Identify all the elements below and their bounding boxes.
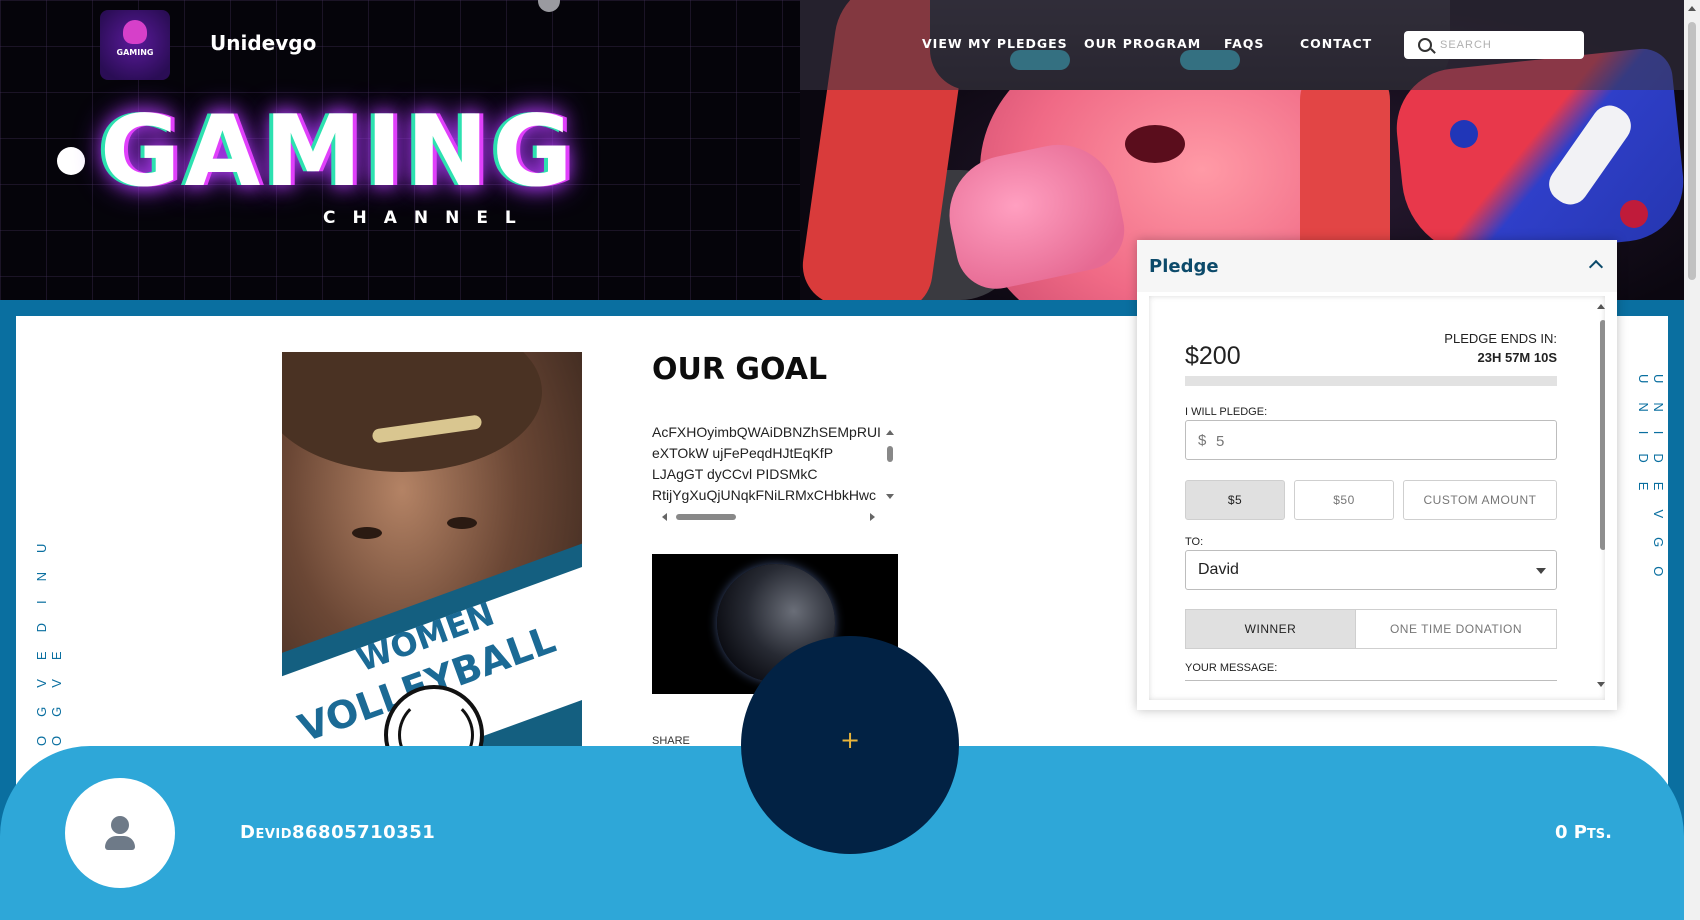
winner-toggle[interactable]: WINNER — [1185, 609, 1356, 649]
points-counter: 0 Pts. — [1554, 822, 1612, 843]
message-field[interactable] — [1185, 680, 1557, 700]
chevron-up-icon[interactable] — [1588, 259, 1604, 275]
scroll-down-arrow-icon[interactable] — [886, 494, 894, 499]
event-poster[interactable]: WOMEN VOLLEYBALL — [282, 352, 582, 747]
nav-contact[interactable]: CONTACT — [1300, 36, 1372, 51]
user-icon — [111, 816, 129, 834]
search-icon[interactable] — [1418, 38, 1432, 52]
hero-subtitle: CHANNEL — [323, 208, 533, 228]
poster-eye — [352, 527, 382, 539]
illustration-controller-button — [1620, 200, 1648, 228]
pledge-amount-input[interactable] — [1216, 431, 1536, 451]
pledge-title: Pledge — [1149, 256, 1219, 277]
plus-icon: + — [839, 726, 861, 754]
scroll-right-arrow-icon[interactable] — [870, 513, 875, 521]
recipient-value: David — [1198, 561, 1239, 578]
scrollbar-thumb[interactable] — [676, 514, 736, 520]
illustration-controller-button — [1450, 120, 1478, 148]
logo-mascot-icon — [123, 20, 147, 44]
goal-text-line: eXTOkW ujFePeqdHJtEqKfP — [652, 445, 834, 461]
poster-eye — [447, 517, 477, 529]
currency-symbol: $ — [1198, 432, 1207, 449]
illustration-mouth — [1125, 125, 1185, 163]
goal-description[interactable]: AcFXHOyimbQWAiDBNZhSEMpRUI eXTOkW ujFePe… — [652, 422, 898, 524]
pledge-amount-field[interactable]: $ — [1185, 420, 1557, 460]
scrollbar-thumb[interactable] — [1600, 320, 1605, 550]
nav-faqs[interactable]: FAQS — [1224, 36, 1264, 51]
search-box[interactable] — [1404, 31, 1584, 59]
user-icon-body — [105, 836, 135, 850]
pledge-amount: $200 — [1185, 342, 1241, 370]
side-text-left: OGVEDINU OGVE — [34, 524, 64, 746]
scrollbar-thumb[interactable] — [887, 446, 893, 462]
page: GAMING Unidevgo VIEW MY PLEDGES OUR PROG… — [0, 0, 1700, 920]
recipient-label: TO: — [1185, 536, 1204, 548]
pledge-ends-label: PLEDGE ENDS IN: — [1444, 331, 1557, 346]
username: Devid86805710351 — [240, 822, 436, 843]
goal-vertical-scrollbar[interactable] — [884, 424, 896, 504]
logo-text: GAMING — [116, 48, 154, 57]
nav-our-program[interactable]: OUR PROGRAM — [1084, 36, 1201, 51]
pledge-input-label: I WILL PLEDGE: — [1185, 406, 1268, 418]
scrollbar-thumb[interactable] — [1688, 22, 1696, 280]
recipient-select[interactable]: David — [1185, 550, 1557, 590]
goal-text-line: RtijYgXuQjUNqkFNiLRMxCHbkHwc — [652, 487, 877, 503]
scroll-up-arrow-icon[interactable] — [886, 430, 894, 435]
goal-text-line: AcFXHOyimbQWAiDBNZhSEMpRUI — [652, 424, 881, 440]
search-input[interactable] — [1440, 35, 1576, 55]
avatar[interactable] — [65, 778, 175, 888]
add-button[interactable]: + — [741, 636, 959, 854]
nav-view-my-pledges[interactable]: VIEW MY PLEDGES — [922, 36, 1068, 51]
chevron-down-icon — [1536, 568, 1546, 574]
page-scrollbar[interactable] — [1684, 0, 1700, 920]
goal-text-line: LJAgGT dyCCvl PIDSMkC — [652, 466, 818, 482]
custom-amount-button[interactable]: CUSTOM AMOUNT — [1403, 480, 1557, 520]
hero-title: GAMING — [100, 95, 577, 209]
scroll-left-arrow-icon[interactable] — [662, 513, 667, 521]
goal-horizontal-scrollbar[interactable] — [652, 510, 884, 524]
pledge-panel: Pledge $200 PLEDGE ENDS IN: 23H 57M 10S … — [1137, 240, 1617, 710]
goal-heading: OUR GOAL — [652, 352, 828, 387]
pledge-header[interactable]: Pledge — [1137, 240, 1617, 292]
pledge-form: $200 PLEDGE ENDS IN: 23H 57M 10S I WILL … — [1149, 296, 1605, 700]
amount-50-button[interactable]: $50 — [1294, 480, 1394, 520]
message-label: YOUR MESSAGE: — [1185, 662, 1278, 674]
channel-logo[interactable]: GAMING — [100, 10, 170, 80]
one-time-donation-toggle[interactable]: ONE TIME DONATION — [1355, 609, 1557, 649]
scroll-up-arrow-icon[interactable] — [1688, 6, 1696, 11]
pledge-progress-bar — [1185, 376, 1557, 386]
amount-5-button[interactable]: $5 — [1185, 480, 1285, 520]
decorative-dot — [57, 147, 85, 175]
side-text-right: UNIDEVGO UNIDE — [1636, 374, 1666, 596]
scroll-down-arrow-icon[interactable] — [1597, 682, 1605, 687]
pledge-scrollbar[interactable] — [1599, 296, 1605, 700]
pledge-countdown: 23H 57M 10S — [1477, 350, 1558, 365]
brand-name[interactable]: Unidevgo — [210, 31, 316, 55]
